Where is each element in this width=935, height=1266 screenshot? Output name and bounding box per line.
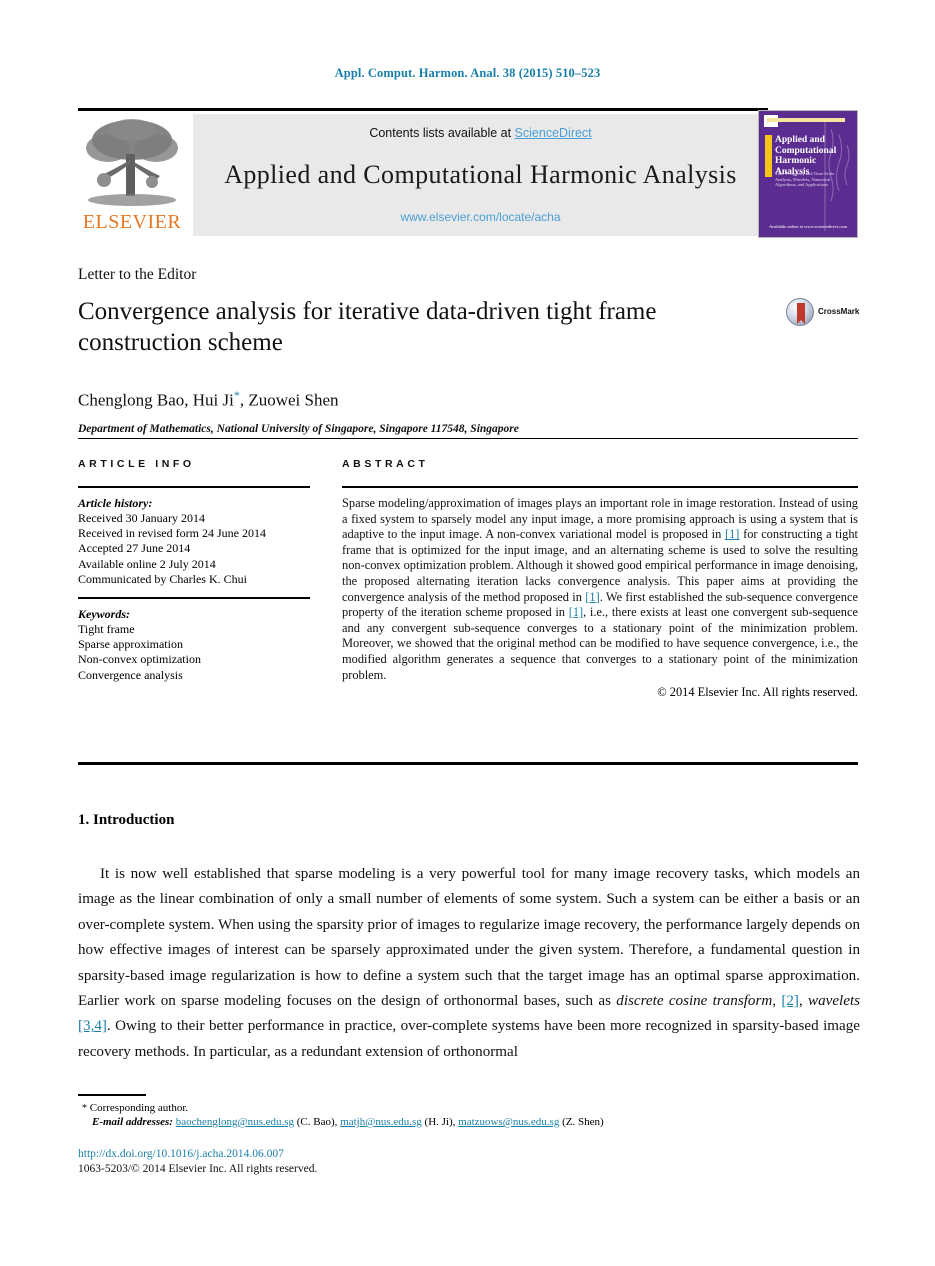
intro-text-c: . Owing to their better performance in p… bbox=[78, 1018, 860, 1060]
history-item: Received in revised form 24 June 2014 bbox=[78, 526, 266, 541]
sciencedirect-link[interactable]: ScienceDirect bbox=[515, 126, 592, 140]
citation-link-2[interactable]: [1] bbox=[585, 590, 599, 604]
intro-space-1: , bbox=[772, 993, 782, 1010]
email-addresses-note: E-mail addresses: baochenglong@nus.edu.s… bbox=[92, 1116, 604, 1128]
email-owner-bao: (C. Bao) bbox=[296, 1116, 335, 1128]
elsevier-logo: ELSEVIER bbox=[78, 114, 186, 236]
crossmark-label: CrossMark bbox=[818, 307, 860, 316]
abstract-column: ABSTRACT Sparse modeling/approximation o… bbox=[342, 458, 858, 700]
citation-link-3[interactable]: [1] bbox=[569, 605, 583, 619]
abstract-rule bbox=[342, 486, 858, 488]
history-item: Communicated by Charles K. Chui bbox=[78, 571, 247, 586]
footnote-rule bbox=[78, 1094, 146, 1096]
article-history-label: Article history: bbox=[78, 496, 153, 510]
article-info-column: ARTICLE INFO Article history: Received 3… bbox=[78, 458, 310, 683]
introduction-paragraph: It is now well established that sparse m… bbox=[78, 862, 860, 1065]
journal-masthead: ELSEVIER Contents lists available at Sci… bbox=[78, 108, 858, 238]
title-bottom-rule bbox=[78, 438, 858, 439]
paper-page: Appl. Comput. Harmon. Anal. 38 (2015) 51… bbox=[0, 0, 935, 1266]
page-title: Convergence analysis for iterative data-… bbox=[78, 298, 657, 356]
email-link-shen[interactable]: matzuows@nus.edu.sg bbox=[458, 1116, 559, 1128]
intro-text-a: It is now well established that sparse m… bbox=[78, 866, 860, 1010]
journal-title: Applied and Computational Harmonic Analy… bbox=[224, 160, 737, 189]
crossmark-circle-icon bbox=[786, 298, 814, 326]
issn-copyright-line: 1063-5203/© 2014 Elsevier Inc. All right… bbox=[78, 1163, 318, 1175]
contents-line: Contents lists available at ScienceDirec… bbox=[193, 126, 768, 140]
doi-link[interactable]: http://dx.doi.org/10.1016/j.acha.2014.06… bbox=[78, 1148, 284, 1160]
cover-top-bar bbox=[767, 118, 845, 122]
contents-prefix: Contents lists available at bbox=[369, 126, 515, 140]
history-item: Received 30 January 2014 bbox=[78, 511, 205, 525]
masthead-top-rule bbox=[78, 108, 768, 111]
cover-side-bar bbox=[765, 135, 772, 177]
citation-link-1[interactable]: [1] bbox=[725, 527, 739, 541]
keyword-item: Non-convex optimization bbox=[78, 652, 201, 667]
history-item: Accepted 27 June 2014 bbox=[78, 541, 191, 556]
article-info-heading: ARTICLE INFO bbox=[78, 458, 195, 470]
authors-head: Chenglong Bao, Hui Ji bbox=[78, 390, 234, 410]
keyword-item: Sparse approximation bbox=[78, 637, 183, 652]
cover-footer-text: Available online at www.sciencedirect.co… bbox=[769, 224, 847, 229]
keywords-rule bbox=[78, 597, 310, 600]
corresponding-author-text: Corresponding author. bbox=[89, 1102, 189, 1114]
affiliation: Department of Mathematics, National Univ… bbox=[78, 422, 519, 435]
abstract-copyright: © 2014 Elsevier Inc. All rights reserved… bbox=[657, 685, 858, 700]
journal-url-link[interactable]: www.elsevier.com/locate/acha bbox=[193, 210, 768, 224]
abstract-heading: ABSTRACT bbox=[342, 458, 429, 470]
term-discrete-cosine-transform: discrete cosine transform bbox=[616, 993, 773, 1010]
crossmark-badge[interactable]: CrossMark bbox=[786, 298, 860, 328]
intro-comma: , bbox=[798, 993, 809, 1010]
email-link-ji[interactable]: matjh@nus.edu.sg bbox=[340, 1116, 422, 1128]
keyword-item: Convergence analysis bbox=[78, 667, 183, 682]
elsevier-wordmark: ELSEVIER bbox=[82, 211, 182, 233]
running-head: Appl. Comput. Harmon. Anal. 38 (2015) 51… bbox=[334, 66, 601, 80]
author-list: Chenglong Bao, Hui Ji*, Zuowei Shen bbox=[78, 388, 858, 411]
term-wavelets: wavelets bbox=[808, 993, 861, 1010]
corresponding-author-note: * Corresponding author. bbox=[82, 1100, 862, 1117]
citation-link-wavelets[interactable]: [3,4] bbox=[78, 1018, 107, 1034]
article-info-rule bbox=[78, 486, 310, 488]
abstract-bottom-rule bbox=[78, 762, 858, 765]
keywords-label: Keywords: bbox=[78, 607, 130, 622]
keyword-item: Tight frame bbox=[78, 622, 135, 637]
history-item: Available online 2 July 2014 bbox=[78, 556, 216, 571]
cover-subtitle: Time-Frequency and Time-Scale Analysis, … bbox=[775, 171, 835, 187]
email-owner-shen: (Z. Shen) bbox=[562, 1116, 604, 1128]
article-type-label: Letter to the Editor bbox=[78, 266, 197, 283]
elsevier-tree-icon bbox=[86, 119, 178, 206]
journal-cover-thumbnail: Applied and Computational Harmonic Analy… bbox=[758, 110, 858, 238]
citation-link-dct[interactable]: [2] bbox=[781, 993, 799, 1009]
keywords-list: Tight frame Sparse approximation Non-con… bbox=[78, 622, 310, 683]
title-block: Letter to the Editor Convergence analysi… bbox=[78, 266, 860, 435]
email-owner-ji: (H. Ji) bbox=[424, 1116, 453, 1128]
crossmark-bookmark-icon bbox=[797, 303, 805, 324]
email-link-bao[interactable]: baochenglong@nus.edu.sg bbox=[176, 1116, 294, 1128]
section-heading-introduction: 1. Introduction bbox=[78, 812, 175, 828]
authors-tail: , Zuowei Shen bbox=[239, 390, 339, 410]
email-label: E-mail addresses: bbox=[92, 1116, 173, 1128]
abstract-text: Sparse modeling/approximation of images … bbox=[342, 496, 858, 683]
journal-band: Contents lists available at ScienceDirec… bbox=[193, 114, 768, 236]
footnote-star: * bbox=[82, 1103, 87, 1114]
article-history-list: Received 30 January 2014 Received in rev… bbox=[78, 511, 310, 587]
